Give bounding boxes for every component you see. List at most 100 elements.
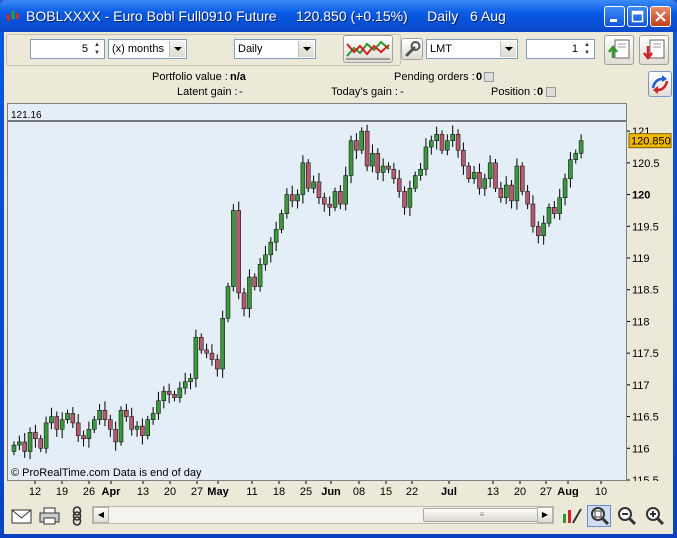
scroll-thumb[interactable]: ≡: [423, 508, 541, 522]
candle-body: [391, 168, 397, 179]
candle-body: [530, 203, 536, 227]
date-tick-label: May: [207, 486, 229, 497]
candle-body: [295, 194, 300, 202]
spinner-arrows[interactable]: ▲ ▼: [91, 41, 103, 57]
candle-body: [225, 286, 231, 319]
order-type-value: LMT: [430, 43, 452, 55]
interval-select[interactable]: Daily: [234, 39, 316, 59]
maximize-button[interactable]: [627, 6, 648, 27]
refresh-button[interactable]: [648, 71, 672, 97]
date-axis: 12 19 26 Apr 13 20 27 May 11 18 25 Jun 08 15 22 Jul 13 20…: [7, 481, 627, 498]
clear-pending-icon[interactable]: [484, 72, 494, 82]
quantity-value: 1: [571, 43, 578, 55]
candle-body: [461, 149, 466, 167]
indicators-button[interactable]: [560, 505, 584, 527]
candle-body: [38, 438, 43, 449]
zoom-out-button[interactable]: [615, 505, 639, 527]
indicator-tool-icon: [563, 508, 582, 524]
close-position-icon[interactable]: [546, 87, 556, 97]
sell-order-icon: [643, 39, 665, 61]
candle-body: [557, 197, 562, 214]
candle-body: [509, 184, 514, 202]
price-chart[interactable]: 121.16 © ProRealTime.com Data is end of …: [7, 103, 627, 481]
window-title: BOBLXXXX - Euro Bobl Full0910 Future 120…: [26, 8, 506, 24]
order-type-select[interactable]: LMT: [426, 39, 518, 59]
chevron-down-icon[interactable]: [169, 41, 185, 57]
interval-value: Daily: [238, 43, 263, 55]
link-button[interactable]: [66, 505, 90, 527]
mail-icon: [11, 509, 32, 524]
candle-body: [546, 207, 552, 224]
app-icon: [7, 11, 19, 21]
candle-body: [247, 276, 252, 309]
mail-button[interactable]: [10, 505, 34, 527]
sell-button[interactable]: [639, 35, 669, 65]
chevron-down-icon[interactable]: [500, 41, 516, 57]
candle-body: [33, 432, 38, 440]
latent-gain-value: -: [239, 86, 243, 98]
chevron-down-icon[interactable]: [298, 41, 314, 57]
close-icon: [655, 11, 666, 22]
candle-body: [252, 276, 257, 287]
price-tick-label: 118: [632, 316, 650, 328]
price-tick-label: 119.5: [632, 221, 659, 233]
date-tick-label: 08: [353, 486, 365, 497]
print-button[interactable]: [38, 505, 62, 527]
chart-type-button[interactable]: [343, 35, 393, 63]
pending-orders-label: Pending orders :: [394, 71, 475, 83]
candle-body: [273, 229, 279, 243]
spinner-arrows[interactable]: ▲ ▼: [581, 41, 593, 57]
zoom-in-button[interactable]: [643, 505, 667, 527]
close-button[interactable]: [650, 6, 671, 27]
candle-body: [316, 181, 322, 198]
print-icon: [39, 507, 60, 525]
minimize-button[interactable]: [604, 6, 625, 27]
chart-scrollbar[interactable]: ◀ ≡ ▶: [92, 506, 554, 524]
candle-body: [161, 390, 167, 401]
quantity-spinner[interactable]: 1 ▲ ▼: [526, 39, 595, 59]
candle-body: [118, 409, 124, 443]
candle-body: [514, 165, 520, 202]
price-tick-label: 117: [632, 380, 650, 392]
candle-body: [418, 168, 423, 176]
scroll-right-button[interactable]: ▶: [537, 507, 553, 523]
refresh-arrows-icon: [651, 75, 669, 94]
date-tick-label: 10: [595, 486, 607, 497]
candle-body: [434, 134, 439, 141]
period-unit-select[interactable]: (x) months: [108, 39, 187, 59]
candle-body: [359, 130, 364, 151]
candle-body: [306, 162, 311, 189]
settings-button[interactable]: [401, 38, 423, 60]
top-value-label: 121.16: [11, 110, 42, 121]
candle-body: [455, 134, 461, 151]
candle-body: [150, 413, 156, 420]
bottom-bar: ◀ ≡ ▶: [4, 499, 673, 534]
candle-body: [241, 292, 247, 309]
candle-body: [568, 159, 573, 179]
buy-button[interactable]: [604, 35, 634, 65]
candle-body: [327, 203, 332, 208]
zoom-fit-button[interactable]: [587, 505, 611, 527]
candle-body: [268, 241, 274, 256]
candle-body: [124, 409, 129, 417]
candle-body: [145, 419, 150, 436]
candle-body: [199, 337, 204, 351]
candle-body: [22, 441, 27, 452]
candle-body: [541, 222, 546, 237]
price-tick-label: 116.5: [632, 412, 659, 424]
candle-body: [166, 390, 172, 395]
candle-body: [471, 172, 477, 179]
candle-body: [27, 432, 33, 452]
candle-body: [413, 175, 418, 189]
minimize-icon: [610, 19, 617, 22]
title-bar[interactable]: BOBLXXXX - Euro Bobl Full0910 Future 120…: [0, 0, 677, 32]
period-value-spinner[interactable]: 5 ▲ ▼: [30, 39, 105, 59]
candle-body: [65, 413, 70, 420]
price-tick-label: 115.5: [632, 475, 659, 481]
date-tick-label: 11: [246, 486, 257, 497]
candle-body: [59, 419, 65, 430]
candle-body: [498, 187, 504, 198]
link-icon: [72, 506, 82, 526]
candle-body: [86, 429, 92, 440]
scroll-left-button[interactable]: ◀: [93, 507, 109, 523]
